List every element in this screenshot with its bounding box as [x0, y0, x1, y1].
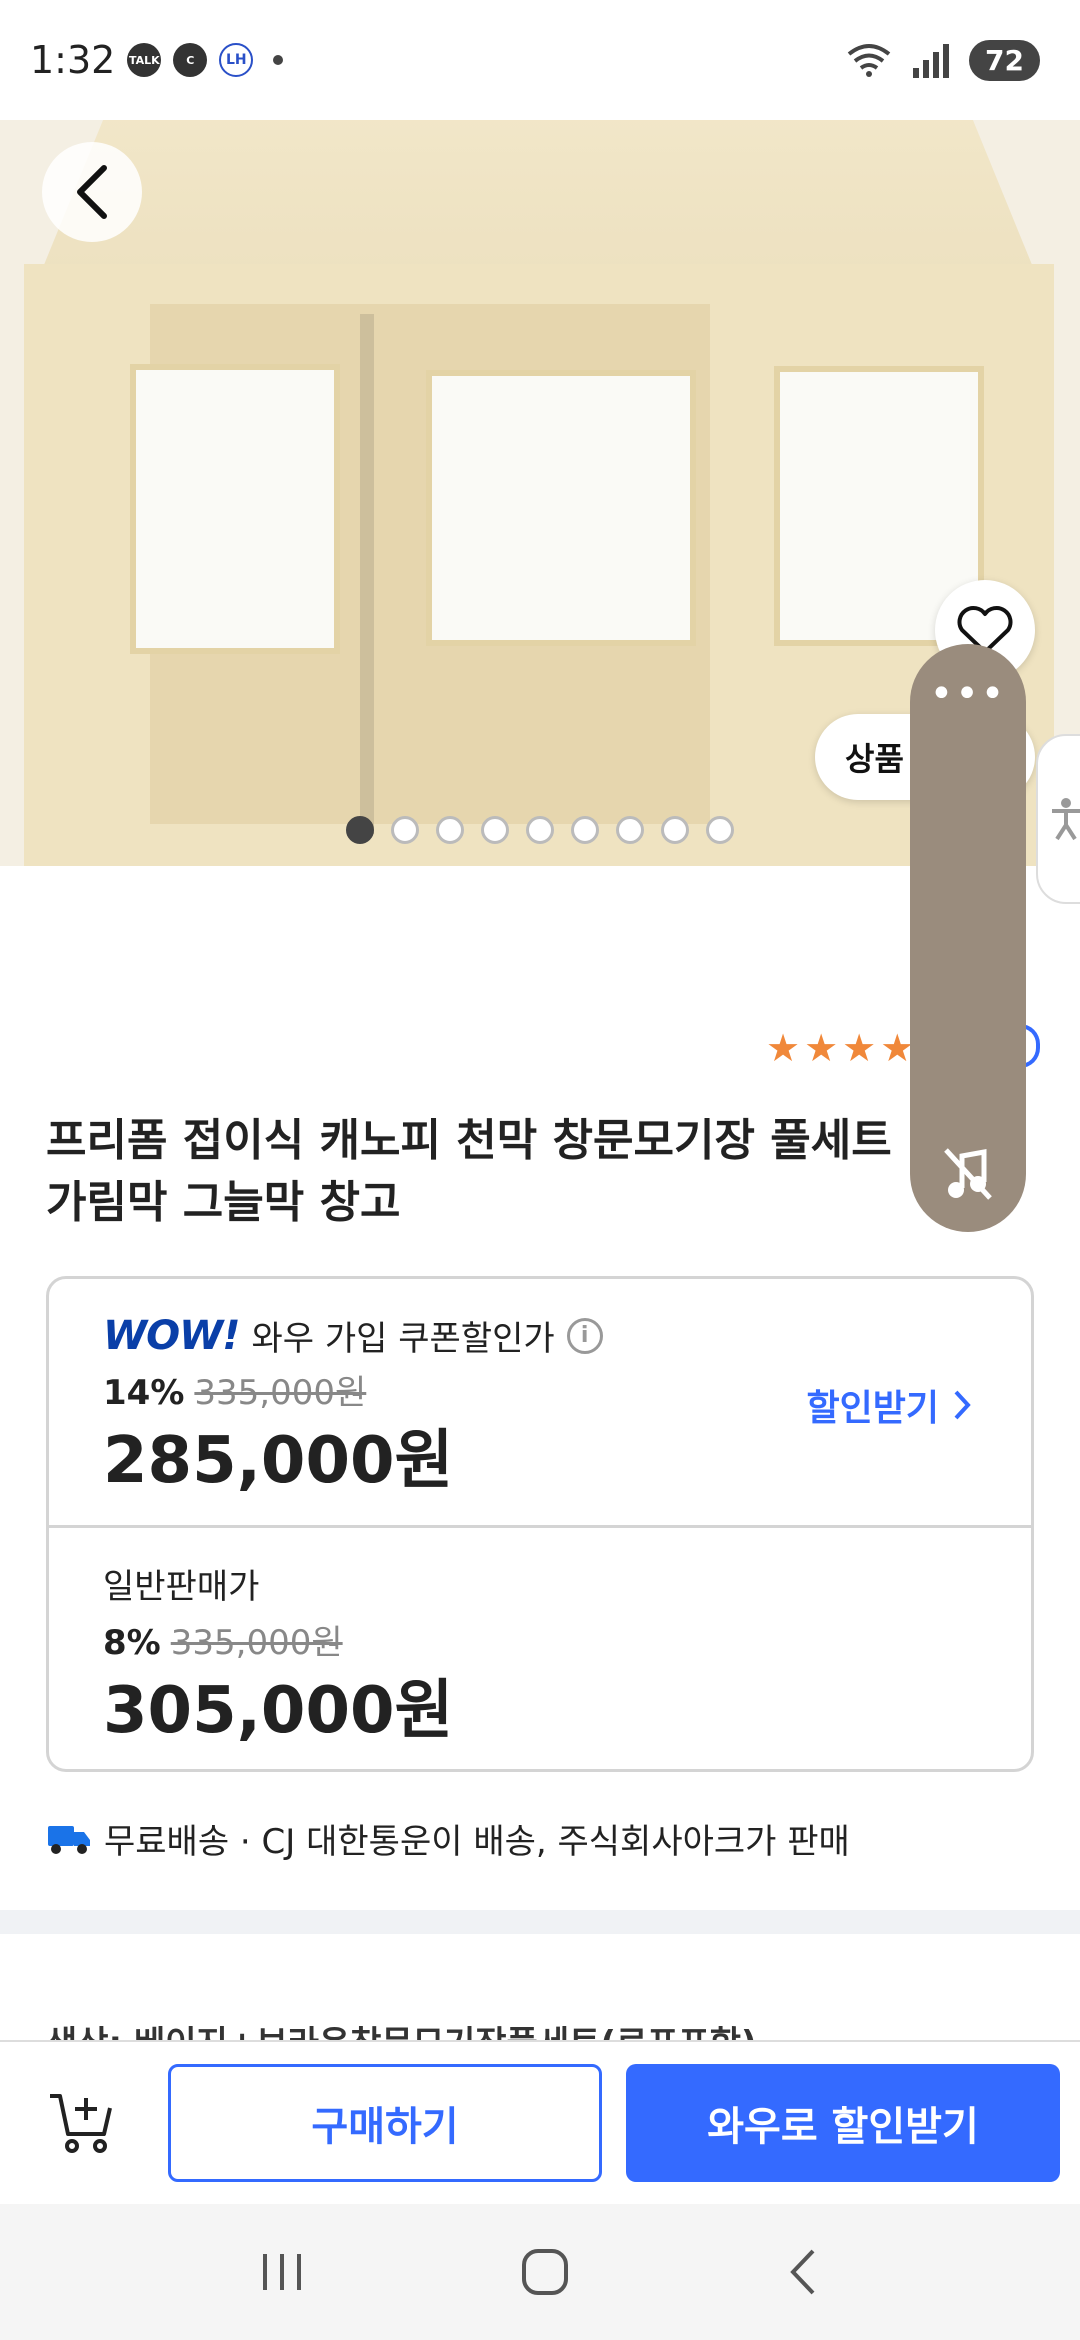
recent-apps-icon[interactable] — [257, 2250, 307, 2294]
delivery-info: 무료배송 · CJ 대한통운이 배송, 주식회사아크가 판매 — [46, 1814, 850, 1863]
star-icon: ★ — [766, 1026, 801, 1070]
product-title: 프리폼 접이식 캐노피 천막 창문모기장 풀세트 가림막 그늘막 창고 — [46, 1115, 892, 1228]
back-button[interactable] — [42, 142, 142, 242]
gallery-dot[interactable] — [346, 816, 374, 844]
gallery-dot[interactable] — [571, 816, 599, 844]
c-icon: C — [173, 43, 208, 77]
tent-window-left — [130, 364, 340, 654]
gallery-dot[interactable] — [526, 816, 554, 844]
more-options-icon[interactable]: ••• — [930, 674, 1007, 714]
gallery-dot[interactable] — [706, 816, 734, 844]
wifi-icon — [847, 44, 891, 77]
lh-icon: LH — [219, 43, 254, 77]
wow-original-price: 335,000원 — [194, 1373, 367, 1413]
buy-now-button[interactable]: 구매하기 — [168, 2064, 602, 2182]
wow-logo: WOW! — [103, 1312, 240, 1359]
info-icon[interactable]: i — [566, 1317, 603, 1354]
status-bar: 1:32 TALK C LH 72 — [0, 0, 1080, 120]
normal-original-price: 335,000원 — [170, 1623, 343, 1663]
chevron-left-icon — [77, 165, 107, 219]
battery-indicator: 72 — [969, 39, 1040, 81]
delivery-text: 무료배송 · CJ 대한통운이 배송, 주식회사아크가 판매 — [104, 1822, 850, 1862]
wow-discount-rate: 14% — [103, 1373, 185, 1413]
wow-discount-button[interactable]: 와우로 할인받기 — [626, 2064, 1060, 2182]
status-time: 1:32 — [30, 38, 116, 82]
star-icon: ★ — [842, 1026, 877, 1070]
wow-coupon-label: 와우 가입 쿠폰할인가 — [251, 1319, 555, 1359]
normal-price-label: 일반판매가 — [103, 1567, 260, 1607]
notification-dot-icon — [273, 55, 284, 65]
gallery-dot[interactable] — [661, 816, 689, 844]
price-divider — [49, 1525, 1031, 1528]
accessibility-tab[interactable] — [1036, 734, 1080, 904]
music-off-icon[interactable] — [942, 1146, 994, 1202]
tent-window-center — [426, 370, 696, 646]
bottom-action-bar: 구매하기 와우로 할인받기 — [0, 2040, 1080, 2204]
back-nav-icon[interactable] — [783, 2247, 823, 2297]
gallery-dot[interactable] — [481, 816, 509, 844]
gallery-dot[interactable] — [616, 816, 644, 844]
add-to-cart-button[interactable] — [16, 2063, 146, 2183]
floating-media-panel[interactable]: ••• — [910, 644, 1026, 1232]
price-box: WOW! 와우 가입 쿠폰할인가 i 14% 335,000원 285,000원… — [46, 1276, 1034, 1772]
wow-price: 285,000원 — [103, 1424, 454, 1498]
system-nav-bar — [0, 2204, 1080, 2340]
normal-price: 305,000원 — [103, 1674, 454, 1748]
home-icon[interactable] — [520, 2247, 570, 2297]
truck-icon — [48, 1825, 90, 1854]
gallery-pagination — [346, 816, 734, 844]
star-icon: ★ — [804, 1026, 839, 1070]
accessibility-icon — [1052, 798, 1080, 841]
tent-pole-graphic — [360, 314, 374, 834]
gallery-dot[interactable] — [391, 816, 419, 844]
signal-icon — [913, 44, 950, 78]
chevron-right-icon — [954, 1390, 971, 1420]
talk-icon: TALK — [127, 43, 162, 77]
normal-discount-rate: 8% — [103, 1623, 161, 1663]
cart-plus-icon — [50, 2094, 112, 2153]
section-divider — [0, 1910, 1080, 1934]
get-coupon-link[interactable]: 할인받기 — [807, 1379, 971, 1431]
gallery-dot[interactable] — [436, 816, 464, 844]
get-coupon-label: 할인받기 — [806, 1388, 939, 1429]
